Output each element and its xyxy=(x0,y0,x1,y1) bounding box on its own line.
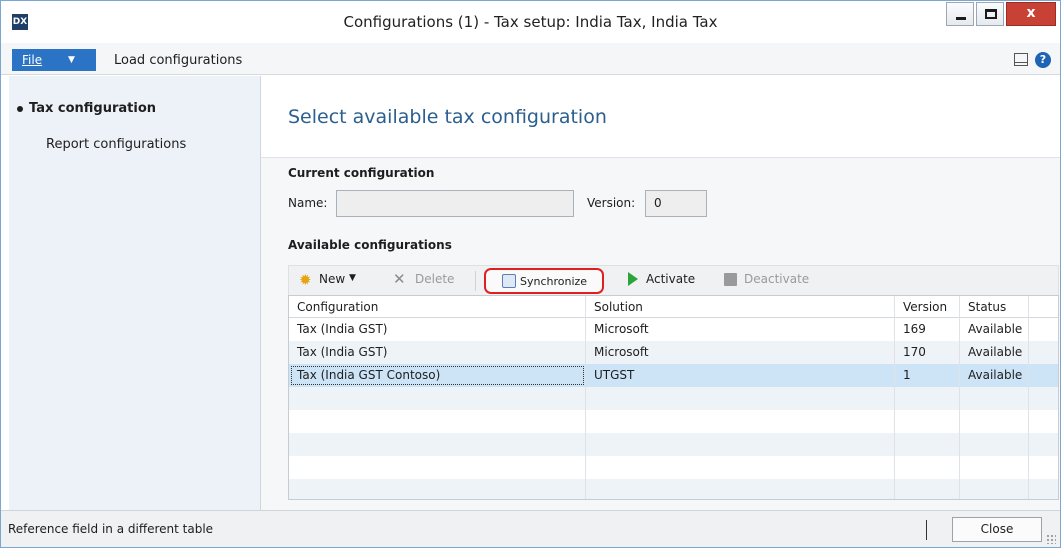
file-menu-button[interactable]: File ▼ xyxy=(12,49,96,71)
menu-bar: File ▼ Load configurations ? xyxy=(1,43,1060,75)
cell-version: 1 xyxy=(895,364,960,387)
delete-icon: ✕ xyxy=(393,270,406,288)
empty-cell xyxy=(289,433,586,456)
nav-item-tax-configuration[interactable]: Tax configuration xyxy=(17,101,157,116)
column-header-configuration[interactable]: Configuration xyxy=(289,296,586,318)
empty-cell xyxy=(960,387,1029,410)
column-header-version[interactable]: Version xyxy=(895,296,960,318)
empty-cell xyxy=(289,410,586,433)
empty-row xyxy=(289,387,1058,410)
name-label: Name: xyxy=(288,196,328,210)
main-content: Select available tax configuration Curre… xyxy=(261,76,1060,510)
action-bar: ✹ New ▼ ✕ Delete Synchronize Activate De… xyxy=(288,265,1059,295)
cell-solution: Microsoft xyxy=(586,318,895,341)
column-header-solution[interactable]: Solution xyxy=(586,296,895,318)
empty-cell xyxy=(895,456,960,479)
chevron-down-icon: ▼ xyxy=(349,273,356,283)
empty-cell xyxy=(586,410,895,433)
left-navigation: Tax configuration Report configurations xyxy=(9,76,261,510)
new-icon: ✹ xyxy=(299,271,312,289)
cell-status: Available xyxy=(960,364,1029,387)
table-row[interactable]: Tax (India GST) Microsoft 169 Available xyxy=(289,318,1058,341)
cell-solution: Microsoft xyxy=(586,341,895,364)
version-label: Version: xyxy=(587,196,636,210)
layout-icon[interactable] xyxy=(1014,53,1028,66)
stop-icon xyxy=(724,273,737,286)
bullet-icon xyxy=(17,106,23,112)
play-icon xyxy=(628,272,638,286)
load-configurations-button[interactable]: Load configurations xyxy=(114,53,242,68)
empty-cell xyxy=(586,433,895,456)
empty-cell xyxy=(960,433,1029,456)
empty-row xyxy=(289,433,1058,456)
empty-cell xyxy=(586,387,895,410)
title-bar: DX Configurations (1) - Tax setup: India… xyxy=(1,1,1060,43)
minimize-icon xyxy=(956,17,966,20)
configurations-grid: Configuration Solution Version Status Ta… xyxy=(288,295,1059,500)
activate-label: Activate xyxy=(646,272,696,286)
empty-cell xyxy=(289,387,586,410)
delete-label: Delete xyxy=(415,272,455,286)
close-icon: x xyxy=(1026,5,1036,21)
close-window-button[interactable]: x xyxy=(1006,2,1056,26)
new-label: New xyxy=(319,272,346,286)
empty-cell xyxy=(960,456,1029,479)
help-icon[interactable]: ? xyxy=(1035,52,1051,68)
maximize-button[interactable] xyxy=(976,2,1004,26)
cell-solution: UTGST xyxy=(586,364,895,387)
resize-grip-icon[interactable] xyxy=(1046,534,1056,544)
cell-status: Available xyxy=(960,318,1029,341)
table-row-selected[interactable]: Tax (India GST Contoso) UTGST 1 Availabl… xyxy=(289,364,1058,387)
empty-cell xyxy=(586,456,895,479)
status-bar: Reference field in a different table Clo… xyxy=(1,510,1060,547)
name-field[interactable] xyxy=(336,190,574,217)
cell-configuration: Tax (India GST) xyxy=(289,318,586,341)
cell-status: Available xyxy=(960,341,1029,364)
deactivate-label: Deactivate xyxy=(744,272,810,286)
cell-configuration: Tax (India GST) xyxy=(289,341,586,364)
empty-cell xyxy=(289,479,586,499)
nav-item-report-configurations[interactable]: Report configurations xyxy=(46,137,186,152)
empty-cell xyxy=(895,410,960,433)
page-title: Select available tax configuration xyxy=(288,106,607,128)
empty-cell xyxy=(586,479,895,499)
synchronize-label: Synchronize xyxy=(520,275,588,288)
empty-cell xyxy=(895,479,960,499)
synchronize-button[interactable]: Synchronize xyxy=(484,268,604,294)
synchronize-icon xyxy=(502,274,516,288)
nav-item-label: Report configurations xyxy=(46,137,187,152)
available-configurations-heading: Available configurations xyxy=(288,238,452,252)
chevron-down-icon: ▼ xyxy=(68,55,75,65)
status-text: Reference field in a different table xyxy=(8,522,214,536)
file-menu-label: File xyxy=(22,53,43,67)
empty-row xyxy=(289,479,1058,499)
empty-cell xyxy=(895,433,960,456)
empty-row xyxy=(289,456,1058,479)
column-header-status[interactable]: Status xyxy=(960,296,1029,318)
close-button[interactable]: Close xyxy=(952,517,1042,542)
cell-version: 170 xyxy=(895,341,960,364)
grid-header: Configuration Solution Version Status xyxy=(289,296,1058,318)
empty-cell xyxy=(960,479,1029,499)
window-title: Configurations (1) - Tax setup: India Ta… xyxy=(343,13,718,31)
toolbar-divider xyxy=(475,271,476,291)
empty-cell xyxy=(289,456,586,479)
maximize-icon xyxy=(985,9,997,19)
nav-item-label: Tax configuration xyxy=(29,101,157,116)
current-configuration-heading: Current configuration xyxy=(288,166,435,180)
cell-version: 169 xyxy=(895,318,960,341)
empty-cell xyxy=(960,410,1029,433)
cell-configuration: Tax (India GST Contoso) xyxy=(289,364,586,387)
status-divider xyxy=(926,520,927,540)
table-row[interactable]: Tax (India GST) Microsoft 170 Available xyxy=(289,341,1058,364)
minimize-button[interactable] xyxy=(946,2,974,26)
version-field[interactable]: 0 xyxy=(645,190,707,217)
application-window: DX Configurations (1) - Tax setup: India… xyxy=(0,0,1061,548)
empty-cell xyxy=(895,387,960,410)
empty-row xyxy=(289,410,1058,433)
